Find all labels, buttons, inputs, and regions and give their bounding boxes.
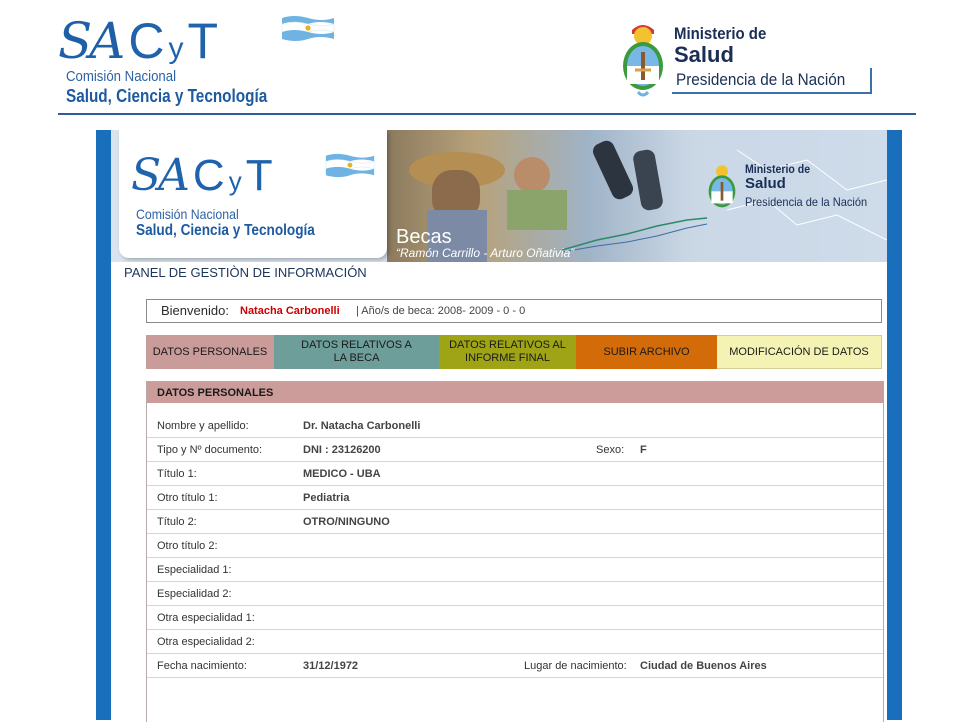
ministerio-line1: Ministerio de bbox=[674, 24, 767, 43]
becas-subtitle: “Ramón Carrillo - Arturo Oñativia” bbox=[396, 246, 575, 260]
welcome-bar: Bienvenido: Natacha Carbonelli | Año/s d… bbox=[146, 299, 882, 323]
field-label: Especialidad 2: bbox=[157, 588, 232, 600]
page-frame: SA CyT Comisión Nacional Salud, Ciencia y… bbox=[96, 130, 902, 722]
field-label: Otra especialidad 2: bbox=[157, 636, 255, 648]
banner-ministerio-logo: Ministerio de Salud Presidencia de la Na… bbox=[705, 160, 885, 220]
field-label: Otro título 2: bbox=[157, 540, 218, 552]
field-value: Dr. Natacha Carbonelli bbox=[303, 420, 421, 432]
row-especialidad-1: Especialidad 1: bbox=[147, 557, 883, 582]
banner-sacyt-card: SA CyT Comisión Nacional Salud, Ciencia y… bbox=[119, 130, 387, 258]
field-value: DNI : 23126200 bbox=[303, 444, 381, 456]
field-value: MEDICO - UBA bbox=[303, 468, 381, 480]
becas-banner: SA CyT Comisión Nacional Salud, Ciencia y… bbox=[111, 130, 887, 262]
banner-sacyt-sa: SA bbox=[131, 150, 190, 201]
field-value: OTRO/NINGUNO bbox=[303, 516, 390, 528]
sacyt-logo-c: C bbox=[128, 13, 165, 69]
field-label: Otro título 1: bbox=[157, 492, 218, 504]
banner-ministerio-line3: Presidencia de la Nación bbox=[745, 195, 868, 209]
row-documento: Tipo y Nº documento: DNI : 23126200 Sexo… bbox=[147, 437, 883, 462]
sacyt-logo-t: T bbox=[187, 13, 219, 69]
banner-sacyt-y: y bbox=[228, 166, 242, 196]
banner-sacyt-line2: Salud, Ciencia y Tecnología bbox=[136, 222, 315, 239]
banner-coat-of-arms-icon bbox=[708, 165, 736, 208]
banner-ministerio-line2: Salud bbox=[745, 175, 786, 192]
row-nombre: Nombre y apellido: Dr. Natacha Carbonell… bbox=[147, 413, 883, 438]
ministerio-line2: Salud bbox=[674, 42, 734, 67]
banner-sacyt-letters: SA CyT bbox=[131, 150, 273, 201]
ministerio-salud-logo: Ministerio de Salud Presidencia de la Na… bbox=[618, 20, 878, 100]
field-label-sexo: Sexo: bbox=[596, 444, 625, 456]
field-label: Título 2: bbox=[157, 516, 197, 528]
sacyt-subtitle-line2: Salud, Ciencia y Tecnología bbox=[66, 86, 268, 106]
field-label: Tipo y Nº documento: bbox=[157, 444, 263, 456]
row-otro-titulo-2: Otro título 2: bbox=[147, 533, 883, 558]
banner-flag-icon bbox=[325, 153, 375, 178]
section-title: DATOS PERSONALES bbox=[157, 387, 274, 399]
sacyt-logo-letters: SA CyT bbox=[58, 12, 218, 70]
top-header: SA CyT Comisión Nacional Salud, Ciencia y… bbox=[0, 0, 960, 118]
sacyt-logo: SA CyT Comisión Nacional Salud, Ciencia y… bbox=[58, 10, 348, 110]
row-titulo-1: Título 1: MEDICO - UBA bbox=[147, 461, 883, 486]
tab-datos-beca[interactable]: DATOS RELATIVOS A LA BECA bbox=[274, 335, 439, 369]
field-value: 31/12/1972 bbox=[303, 660, 359, 672]
content-area: SA CyT Comisión Nacional Salud, Ciencia y… bbox=[111, 130, 887, 722]
section-header: DATOS PERSONALES bbox=[147, 382, 883, 403]
sacyt-subtitle-line1: Comisión Nacional bbox=[66, 68, 177, 85]
field-label: Fecha nacimiento: bbox=[157, 660, 247, 672]
sacyt-logo-y: y bbox=[168, 32, 184, 65]
welcome-user-name: Natacha Carbonelli bbox=[240, 305, 340, 317]
banner-sacyt-t: T bbox=[245, 151, 273, 200]
field-value-sexo: F bbox=[640, 444, 647, 456]
tab-modificacion-datos[interactable]: MODIFICACIÓN DE DATOS bbox=[717, 335, 882, 369]
tab-bar: DATOS PERSONALES DATOS RELATIVOS A LA BE… bbox=[146, 335, 882, 369]
sacyt-logo-sa: SA bbox=[58, 12, 125, 70]
field-value-lugar: Ciudad de Buenos Aires bbox=[640, 660, 767, 672]
row-fecha-nacimiento: Fecha nacimiento: 31/12/1972 Lugar de na… bbox=[147, 653, 883, 678]
datos-personales-section: DATOS PERSONALES Nombre y apellido: Dr. … bbox=[146, 381, 884, 722]
coat-of-arms-icon bbox=[623, 25, 663, 97]
tab-subir-archivo[interactable]: SUBIR ARCHIVO bbox=[576, 335, 717, 369]
field-label: Título 1: bbox=[157, 468, 197, 480]
banner-sacyt-line1: Comisión Nacional bbox=[136, 206, 239, 222]
row-titulo-2: Título 2: OTRO/NINGUNO bbox=[147, 509, 883, 534]
field-label: Otra especialidad 1: bbox=[157, 612, 255, 624]
row-otro-titulo-1: Otro título 1: Pediatria bbox=[147, 485, 883, 510]
field-value: Pediatria bbox=[303, 492, 350, 504]
field-label: Nombre y apellido: bbox=[157, 420, 249, 432]
welcome-label: Bienvenido: bbox=[161, 303, 229, 318]
field-label-lugar: Lugar de nacimiento: bbox=[524, 660, 627, 672]
field-label: Especialidad 1: bbox=[157, 564, 232, 576]
page-title: PANEL DE GESTIÒN DE INFORMACIÓN bbox=[124, 265, 367, 280]
argentina-flag-icon bbox=[281, 16, 335, 41]
row-especialidad-2: Especialidad 2: bbox=[147, 581, 883, 606]
tab-datos-personales[interactable]: DATOS PERSONALES bbox=[146, 335, 274, 369]
welcome-years: | Año/s de beca: 2008- 2009 - 0 - 0 bbox=[356, 305, 526, 317]
ministerio-line3: Presidencia de la Nación bbox=[676, 70, 846, 89]
row-otra-especialidad-1: Otra especialidad 1: bbox=[147, 605, 883, 630]
banner-sacyt-c: C bbox=[192, 151, 225, 200]
tab-datos-informe-final[interactable]: DATOS RELATIVOS AL INFORME FINAL bbox=[439, 335, 576, 369]
row-otra-especialidad-2: Otra especialidad 2: bbox=[147, 629, 883, 654]
header-divider bbox=[58, 113, 916, 115]
banner-ministerio-line1: Ministerio de bbox=[745, 162, 811, 176]
